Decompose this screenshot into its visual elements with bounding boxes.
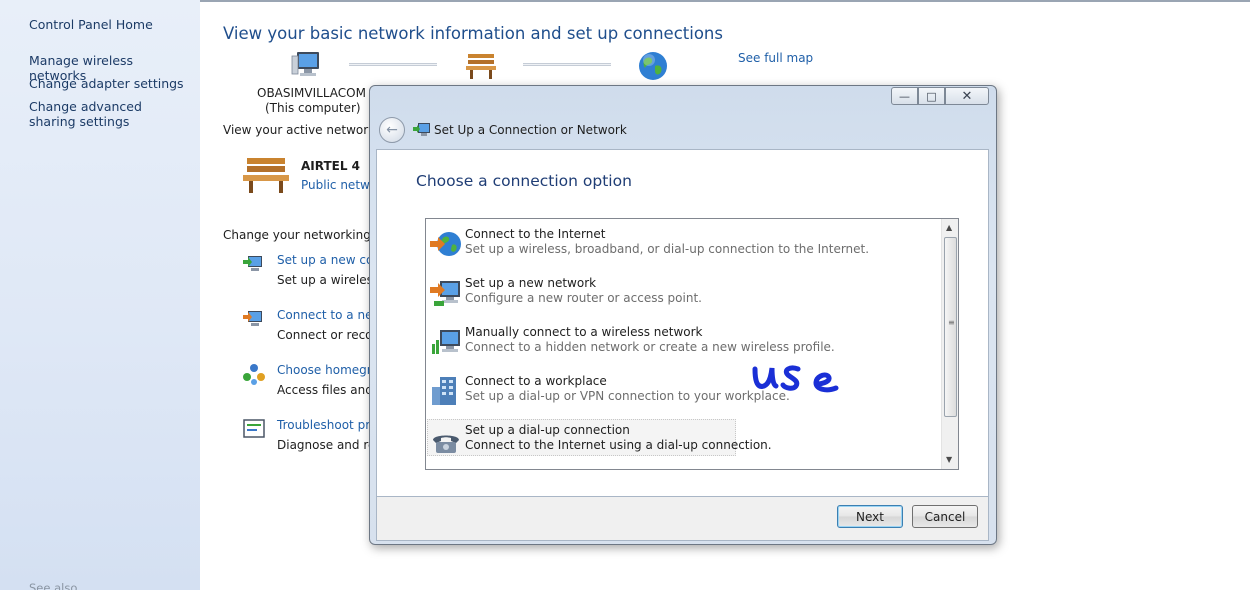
dialog-title: Set Up a Connection or Network bbox=[434, 123, 627, 137]
computer-subtitle: (This computer) bbox=[265, 101, 361, 115]
map-connector-line bbox=[349, 63, 437, 66]
option-desc: Configure a new router or access point. bbox=[465, 291, 702, 305]
option-title: Set up a new network bbox=[465, 276, 597, 290]
task-connect-network-desc: Connect or recon bbox=[277, 328, 381, 342]
option-desc: Set up a wireless, broadband, or dial-up… bbox=[465, 242, 870, 256]
network-type-link[interactable]: Public netwo bbox=[301, 178, 377, 192]
task-homegroup-link[interactable]: Choose homegro bbox=[277, 363, 379, 377]
globe-icon bbox=[430, 228, 462, 260]
sidebar-see-also: See also bbox=[29, 581, 78, 590]
active-networks-label: View your active networks bbox=[223, 123, 382, 137]
option-desc: Connect to the Internet using a dial-up … bbox=[465, 438, 772, 452]
task-troubleshoot-link[interactable]: Troubleshoot pro bbox=[277, 418, 377, 432]
computer-icon bbox=[290, 50, 324, 85]
maximize-button[interactable]: □ bbox=[918, 87, 945, 105]
close-button[interactable]: ✕ bbox=[945, 87, 989, 105]
network-sharing-center-window: Control Panel Home Manage wireless netwo… bbox=[0, 0, 1250, 590]
handwritten-use-annotation bbox=[752, 365, 839, 393]
option-desc: Connect to a hidden network or create a … bbox=[465, 340, 835, 354]
dialog-heading: Choose a connection option bbox=[416, 172, 632, 190]
connect-network-icon bbox=[242, 307, 266, 331]
scroll-up-icon[interactable]: ▲ bbox=[946, 223, 952, 232]
sidebar-item-sharing-settings[interactable]: Change advanced sharing settings bbox=[29, 99, 179, 129]
option-dialup[interactable]: Set up a dial-up connection Connect to t… bbox=[426, 418, 941, 462]
minimize-button[interactable]: — bbox=[891, 87, 918, 105]
sidebar: Control Panel Home Manage wireless netwo… bbox=[0, 0, 200, 590]
back-button[interactable]: ← bbox=[379, 117, 405, 143]
scroll-thumb[interactable]: ≡ bbox=[944, 237, 957, 417]
globe-icon bbox=[637, 50, 669, 85]
page-title: View your basic network information and … bbox=[223, 24, 723, 43]
scroll-grip-icon: ≡ bbox=[948, 318, 955, 327]
phone-icon bbox=[430, 424, 462, 456]
option-desc: Set up a dial-up or VPN connection to yo… bbox=[465, 389, 790, 403]
workplace-icon bbox=[430, 375, 462, 407]
sidebar-control-panel-home[interactable]: Control Panel Home bbox=[29, 17, 194, 32]
setup-connection-dialog: — □ ✕ ← Set Up a Connection or Network C… bbox=[369, 85, 997, 545]
option-title: Connect to a workplace bbox=[465, 374, 607, 388]
bench-icon bbox=[464, 50, 498, 83]
computer-name: OBASIMVILLACOM bbox=[257, 86, 366, 100]
sidebar-item-adapter-settings[interactable]: Change adapter settings bbox=[29, 76, 194, 91]
option-workplace[interactable]: Connect to a workplace Set up a dial-up … bbox=[426, 369, 941, 413]
top-border bbox=[200, 0, 1250, 2]
troubleshoot-icon bbox=[242, 417, 266, 441]
window-controls: — □ ✕ bbox=[891, 87, 989, 105]
next-button[interactable]: Next bbox=[837, 505, 903, 528]
options-scrollbar[interactable]: ▲ ≡ ▼ bbox=[941, 219, 958, 469]
map-connector-line bbox=[523, 63, 611, 66]
see-full-map-link[interactable]: See full map bbox=[738, 51, 813, 65]
new-network-icon bbox=[430, 277, 462, 309]
connection-options-list: Connect to the Internet Set up a wireles… bbox=[425, 218, 959, 470]
back-arrow-icon: ← bbox=[386, 122, 398, 138]
homegroup-icon bbox=[242, 362, 266, 386]
dialog-content: Choose a connection option Connect to th… bbox=[376, 149, 989, 497]
setup-network-icon bbox=[413, 121, 431, 139]
option-new-network[interactable]: Set up a new network Configure a new rou… bbox=[426, 271, 941, 315]
task-setup-connection-desc: Set up a wireless, bbox=[277, 273, 383, 287]
option-title: Connect to the Internet bbox=[465, 227, 606, 241]
option-title: Manually connect to a wireless network bbox=[465, 325, 703, 339]
option-title: Set up a dial-up connection bbox=[465, 423, 630, 437]
option-connect-internet[interactable]: Connect to the Internet Set up a wireles… bbox=[426, 222, 941, 266]
option-manual-wireless[interactable]: Manually connect to a wireless network C… bbox=[426, 320, 941, 364]
task-troubleshoot-desc: Diagnose and rep bbox=[277, 438, 384, 452]
cancel-button[interactable]: Cancel bbox=[912, 505, 978, 528]
network-name: AIRTEL 4 bbox=[301, 159, 361, 173]
new-connection-icon bbox=[242, 252, 266, 276]
public-network-bench-icon bbox=[241, 154, 291, 197]
wireless-network-icon bbox=[430, 326, 462, 358]
change-settings-label: Change your networking set bbox=[223, 228, 393, 242]
scroll-down-icon[interactable]: ▼ bbox=[946, 455, 952, 464]
